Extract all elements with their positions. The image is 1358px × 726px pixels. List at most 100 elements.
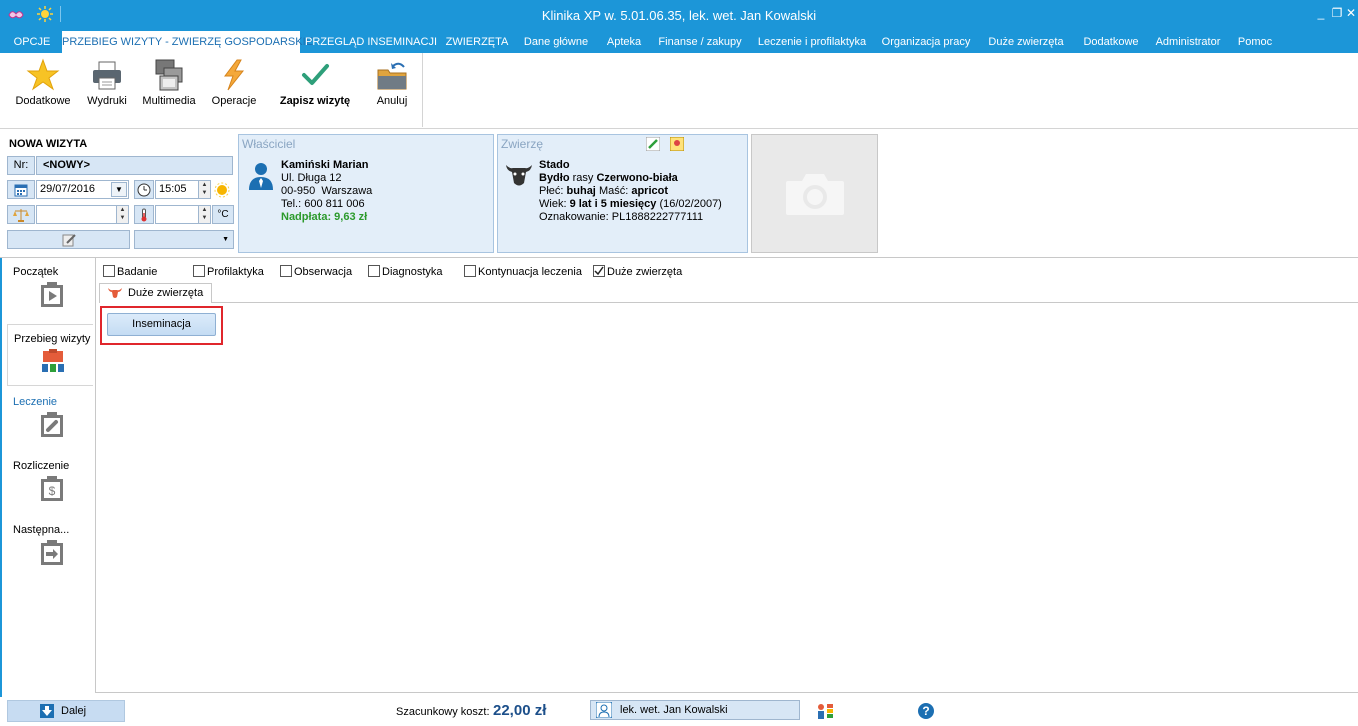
menu-pomoc[interactable]: Pomoc xyxy=(1232,31,1278,53)
anuluj-button[interactable]: Anuluj xyxy=(368,58,416,120)
team-icon[interactable] xyxy=(815,702,835,720)
operacje-button[interactable]: Operacje xyxy=(204,58,264,120)
scale-icon[interactable] xyxy=(7,205,35,224)
checkbox-diagnostyka[interactable]: Diagnostyka xyxy=(368,265,443,279)
animal-card-icon[interactable] xyxy=(669,136,685,152)
ribbon-separator xyxy=(422,53,423,127)
menu-finanse[interactable]: Finanse / zakupy xyxy=(652,31,748,53)
dodatkowe-button[interactable]: Dodatkowe xyxy=(10,58,76,120)
animal-color: apricot xyxy=(631,185,669,197)
sidebar-item-przebieg-wizyty[interactable]: Przebieg wizyty xyxy=(7,324,93,386)
menu-organizacja-pracy[interactable]: Organizacja pracy xyxy=(876,31,976,53)
sidebar-item-label: Przebieg wizyty xyxy=(14,333,91,345)
clipboard-colors-icon xyxy=(41,349,65,375)
anuluj-label: Anuluj xyxy=(376,95,408,107)
zapisz-wizyte-label: Zapisz wizytę xyxy=(279,95,351,107)
visit-header: NOWA WIZYTA xyxy=(9,138,88,150)
checkbox-box[interactable] xyxy=(280,265,292,277)
animal-panel-header: Zwierzę xyxy=(501,137,544,151)
checkmark-icon xyxy=(298,58,332,92)
sun-icon[interactable] xyxy=(214,182,230,198)
calendar-icon[interactable] xyxy=(7,180,35,199)
checkbox-box[interactable] xyxy=(368,265,380,277)
time-value: 15:05 xyxy=(159,183,187,195)
checkbox-obserwacja[interactable]: Obserwacja xyxy=(280,265,352,279)
minimize-button[interactable]: _ xyxy=(1314,6,1328,20)
thermometer-icon[interactable] xyxy=(134,205,154,224)
checkbox-label: Duże zwierzęta xyxy=(607,266,683,278)
animal-breed: Czerwono-biała xyxy=(596,172,678,184)
checkbox-label: Kontynuacja leczenia xyxy=(478,266,582,278)
chevron-down-icon[interactable]: ▼ xyxy=(111,182,127,197)
time-field[interactable]: 15:05 ▲ ▼ xyxy=(155,180,211,199)
dalej-label: Dalej xyxy=(61,705,87,717)
menu-przeglad-inseminacji[interactable]: PRZEGLĄD INSEMINACJI xyxy=(304,31,438,53)
title-bar: Klinika XP w. 5.01.06.35, lek. wet. Jan … xyxy=(0,0,1358,31)
edit-note-button[interactable] xyxy=(7,230,130,249)
nr-field[interactable]: <NOWY> xyxy=(36,156,233,175)
animal-sex: buhaj xyxy=(566,185,596,197)
sidebar-item-label: Leczenie xyxy=(13,396,58,408)
menu-opcje[interactable]: OPCJE xyxy=(6,31,58,53)
dalej-button[interactable]: Dalej xyxy=(7,700,125,722)
sidebar-item-leczenie[interactable]: Leczenie xyxy=(7,388,93,448)
temperature-spinner[interactable]: ▲ ▼ xyxy=(198,206,210,223)
checkbox-label: Badanie xyxy=(117,266,158,278)
restore-button[interactable]: ❐ xyxy=(1330,6,1344,20)
doctor-field[interactable]: lek. wet. Jan Kowalski xyxy=(590,700,800,720)
edit-pencil-icon[interactable] xyxy=(645,136,661,152)
zapisz-wizyte-button[interactable]: Zapisz wizytę xyxy=(276,58,354,120)
checkbox-box[interactable] xyxy=(464,265,476,277)
checkbox-profilaktyka[interactable]: Profilaktyka xyxy=(193,265,264,279)
animal-name: Stado xyxy=(539,159,570,171)
time-spinner[interactable]: ▲ ▼ xyxy=(198,181,210,198)
sidebar-item-rozliczenie[interactable]: Rozliczenie $ xyxy=(7,452,93,512)
menu-zwierzeta[interactable]: ZWIERZĘTA xyxy=(442,31,512,53)
owner-city: 00-950 Warszawa xyxy=(281,185,373,197)
sidebar-item-nastepna[interactable]: Następna... xyxy=(7,516,93,576)
menu-leczenie-profilaktyka[interactable]: Leczenie i profilaktyka xyxy=(752,31,872,53)
animal-panel[interactable]: Zwierzę Stado Bydło rasy Czerwono-biała … xyxy=(497,134,748,253)
photo-placeholder[interactable] xyxy=(751,134,878,253)
owner-panel[interactable]: Właściciel Kamiński Marian Ul. Długa 12 … xyxy=(238,134,494,253)
close-button[interactable]: ✕ xyxy=(1344,6,1358,20)
checkbox-label: Profilaktyka xyxy=(207,266,264,278)
menu-dane-glowne[interactable]: Dane główne xyxy=(516,31,596,53)
date-field[interactable]: 29/07/2016 ▼ xyxy=(36,180,129,199)
checkbox-box[interactable] xyxy=(103,265,115,277)
sidebar-item-label: Początek xyxy=(13,266,59,278)
checkbox-duze-zwierzeta[interactable]: Duże zwierzęta xyxy=(593,265,682,279)
checkbox-badanie[interactable]: Badanie xyxy=(103,265,157,279)
cost-label: Szacunkowy koszt: xyxy=(396,706,490,718)
inseminacja-button[interactable]: Inseminacja xyxy=(107,313,216,336)
clock-icon[interactable] xyxy=(134,180,154,199)
menu-administrator[interactable]: Administrator xyxy=(1148,31,1228,53)
help-icon[interactable]: ? xyxy=(918,703,934,719)
weight-field[interactable]: ▲ ▼ xyxy=(36,205,129,224)
menu-dodatkowe[interactable]: Dodatkowe xyxy=(1076,31,1146,53)
chevron-down-icon: ▼ xyxy=(222,236,229,243)
animal-tab-icon xyxy=(108,287,122,299)
sidebar-item-poczatek[interactable]: Początek xyxy=(7,258,93,318)
animal-species: Bydło xyxy=(539,172,570,184)
weight-spinner[interactable]: ▲ ▼ xyxy=(116,206,128,223)
temperature-unit: °C xyxy=(212,205,234,224)
owner-street: Ul. Długa 12 xyxy=(281,172,342,184)
wydruki-button[interactable]: Wydruki xyxy=(80,58,134,120)
multimedia-button[interactable]: Multimedia xyxy=(138,58,200,120)
temperature-field[interactable]: ▲ ▼ xyxy=(155,205,211,224)
animal-birth: (16/02/2007) xyxy=(659,198,722,210)
checkbox-box-checked[interactable] xyxy=(593,265,605,277)
menu-przebieg-wizyty[interactable]: PRZEBIEG WIZYTY - ZWIERZĘ GOSPODARSKIE xyxy=(62,31,313,53)
tab-duze-zwierzeta[interactable]: Duże zwierzęta xyxy=(99,283,212,303)
menu-apteka[interactable]: Apteka xyxy=(600,31,648,53)
checkbox-kontynuacja-leczenia[interactable]: Kontynuacja leczenia xyxy=(464,265,582,279)
visit-type-dropdown[interactable]: ▼ xyxy=(134,230,234,249)
svg-text:$: $ xyxy=(49,484,56,498)
dodatkowe-label: Dodatkowe xyxy=(15,95,71,107)
sidebar-item-label: Rozliczenie xyxy=(13,460,70,472)
age-label: Wiek: xyxy=(539,198,567,210)
person-icon xyxy=(247,161,275,191)
checkbox-box[interactable] xyxy=(193,265,205,277)
menu-duze-zwierzeta[interactable]: Duże zwierzęta xyxy=(980,31,1072,53)
